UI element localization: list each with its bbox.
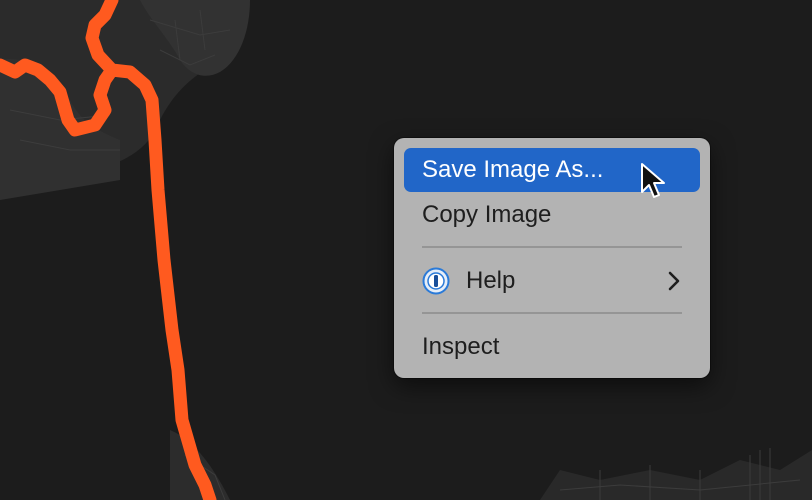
1password-icon — [422, 267, 450, 295]
browser-viewport: Save Image As... Copy Image Help Inspect — [0, 0, 812, 500]
menu-item-label: Copy Image — [422, 201, 552, 228]
menu-item-label: Help — [466, 267, 516, 294]
menu-item-label: Inspect — [422, 333, 500, 360]
chevron-right-icon — [668, 271, 680, 291]
menu-separator — [422, 246, 682, 248]
menu-separator — [422, 312, 682, 314]
menu-item-help[interactable]: Help — [404, 259, 700, 303]
mouse-cursor-icon — [641, 163, 665, 198]
menu-item-label: Save Image As... — [422, 156, 604, 183]
menu-item-inspect[interactable]: Inspect — [404, 325, 700, 369]
